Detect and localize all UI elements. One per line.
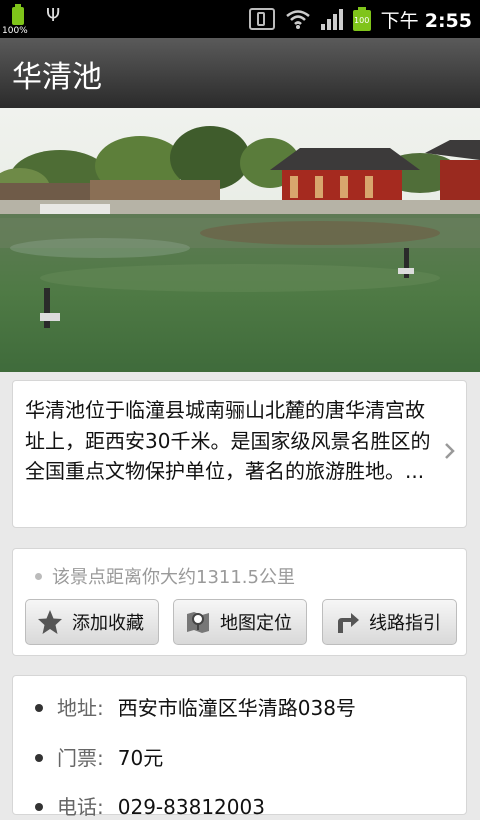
- chevron-right-icon: [445, 443, 455, 459]
- scenic-photo: [0, 108, 480, 372]
- usb-icon: Ψ: [46, 5, 61, 26]
- status-clock: 下午 2:55: [380, 9, 472, 32]
- signal-icon: [320, 8, 343, 30]
- bullet-icon: [35, 802, 43, 811]
- bullet-icon: [35, 703, 43, 712]
- add-favorite-button[interactable]: 添加收藏: [25, 599, 159, 645]
- battery-percent: 100%: [2, 26, 28, 36]
- distance-text: 该景点距离你大约1311.5公里: [35, 563, 295, 589]
- vibrate-icon: [248, 8, 275, 30]
- map-locate-button[interactable]: 地图定位: [173, 599, 307, 645]
- action-card: 该景点距离你大约1311.5公里 添加收藏 地图定位 线路指引: [12, 548, 467, 656]
- bullet-icon: [35, 572, 42, 580]
- map-pin-icon: [187, 612, 209, 633]
- ticket-row: 门票: 70元: [35, 742, 163, 771]
- status-bar: 100% Ψ 100 下午 2:55: [0, 0, 480, 38]
- info-card: 地址: 西安市临潼区华清路038号 门票: 70元 电话: 029-83812003: [12, 675, 467, 819]
- page-title: 华清池: [12, 60, 102, 95]
- route-guide-button[interactable]: 线路指引: [322, 599, 457, 645]
- phone-row: 电话: 029-83812003: [35, 791, 265, 820]
- battery-icon: 100: [352, 7, 371, 31]
- turn-arrow-icon: [338, 613, 359, 633]
- star-icon: [38, 610, 62, 634]
- bullet-icon: [35, 753, 43, 762]
- description-text: 华清池位于临潼县城南骊山北麓的唐华清宫故址上，距西安30千米。是国家级风景名胜区…: [25, 398, 431, 483]
- title-bar: 华清池: [0, 38, 480, 108]
- battery-icon: 100%: [2, 4, 28, 36]
- description-card[interactable]: 华清池位于临潼县城南骊山北麓的唐华清宫故址上，距西安30千米。是国家级风景名胜区…: [12, 380, 467, 528]
- wifi-icon: [285, 10, 310, 29]
- address-row: 地址: 西安市临潼区华清路038号: [35, 692, 356, 721]
